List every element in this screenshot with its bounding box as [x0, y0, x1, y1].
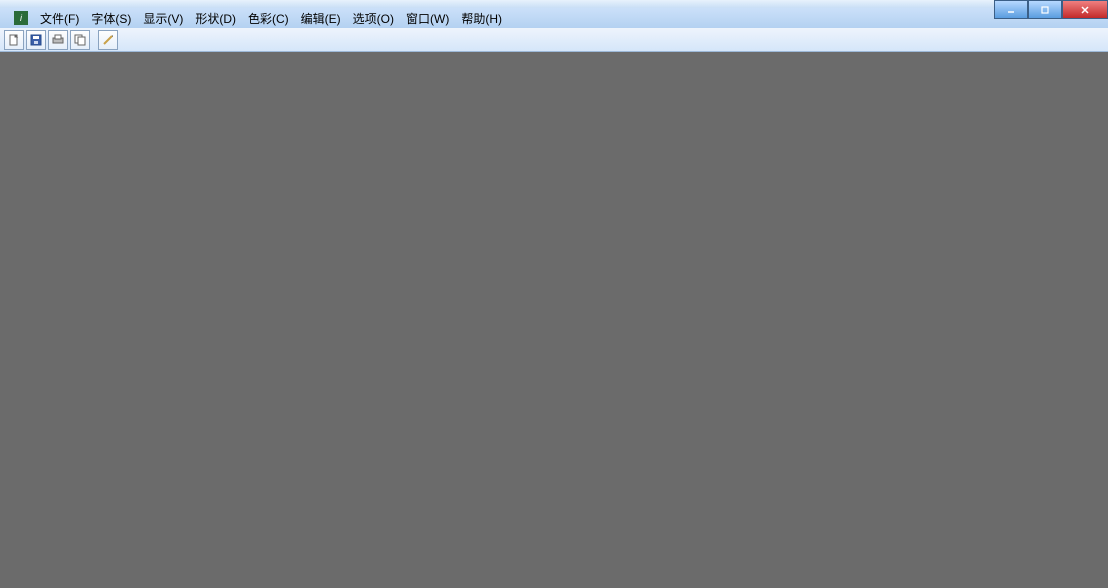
- menubar: i 文件(F)字体(S)显示(V)形状(D)色彩(C)编辑(E)选项(O)窗口(…: [0, 8, 1108, 28]
- menu-1[interactable]: 字体(S): [85, 10, 137, 28]
- os-window-controls: [994, 0, 1108, 19]
- menu-2[interactable]: 显示(V): [137, 10, 189, 28]
- copy-icon[interactable]: [70, 30, 90, 50]
- mdi-area: [0, 52, 1108, 588]
- menu-3[interactable]: 形状(D): [189, 10, 242, 28]
- os-titlebar: [0, 0, 1108, 8]
- menu-4[interactable]: 色彩(C): [242, 10, 295, 28]
- menu-7[interactable]: 窗口(W): [400, 10, 455, 28]
- toolbar: [0, 28, 1108, 52]
- pencil-icon[interactable]: [98, 30, 118, 50]
- app-icon: i: [14, 11, 28, 25]
- os-maximize-button[interactable]: [1028, 0, 1062, 19]
- menu-5[interactable]: 编辑(E): [295, 10, 347, 28]
- os-close-button[interactable]: [1062, 0, 1108, 19]
- save-icon[interactable]: [26, 30, 46, 50]
- menu-6[interactable]: 选项(O): [347, 10, 400, 28]
- menu-8[interactable]: 帮助(H): [455, 10, 508, 28]
- os-minimize-button[interactable]: [994, 0, 1028, 19]
- new-icon[interactable]: [4, 30, 24, 50]
- print-icon[interactable]: [48, 30, 68, 50]
- menu-0[interactable]: 文件(F): [34, 10, 85, 28]
